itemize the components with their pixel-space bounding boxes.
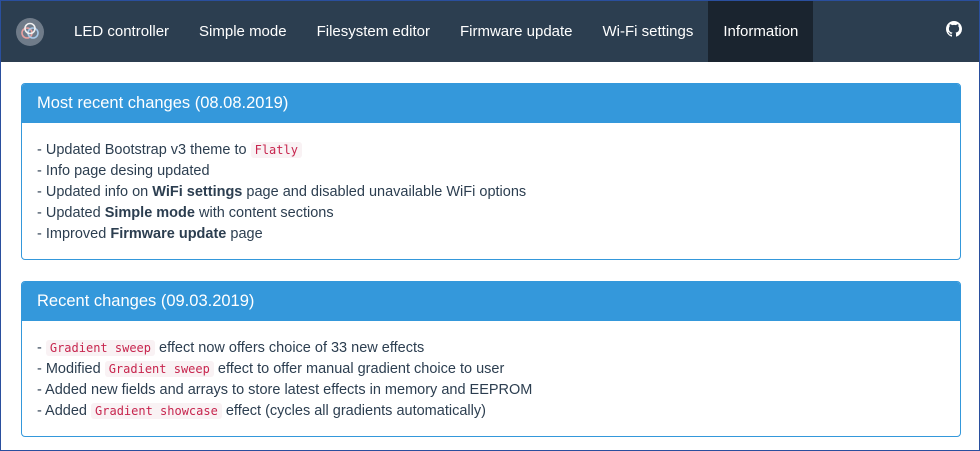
- change-item: - Updated Bootstrap v3 theme to Flatly: [37, 140, 945, 161]
- highlight-text: WiFi settings: [152, 184, 243, 200]
- highlight-text: Firmware update: [110, 226, 227, 242]
- changes-panel-older: Recent changes (09.03.2019) - Gradient s…: [21, 281, 961, 437]
- nav-item-firmware-update[interactable]: Firmware update: [445, 1, 588, 62]
- nav-item-information[interactable]: Information: [708, 1, 814, 62]
- github-link[interactable]: [929, 1, 979, 62]
- change-text: - Updated: [37, 205, 105, 221]
- change-text: with content sections: [194, 205, 334, 221]
- changes-panel-recent: Most recent changes (08.08.2019) - Updat…: [21, 83, 961, 260]
- change-text: - Added: [37, 403, 92, 419]
- app-logo-icon[interactable]: [16, 17, 44, 46]
- change-text: effect now offers choice of 33 new effec…: [155, 340, 425, 356]
- change-item: - Added Gradient showcase effect (cycles…: [37, 401, 945, 422]
- change-item: - Gradient sweep effect now offers choic…: [37, 338, 945, 359]
- change-text: - Added new fields and arrays to store l…: [37, 382, 533, 398]
- nav-item-simple-mode[interactable]: Simple mode: [184, 1, 302, 62]
- panel-body: - Updated Bootstrap v3 theme to Flatly -…: [22, 123, 960, 259]
- navbar: LED controller Simple mode Filesystem ed…: [1, 1, 979, 62]
- github-icon[interactable]: [946, 21, 962, 42]
- panel-title: Recent changes (09.03.2019): [22, 282, 960, 321]
- change-text: page: [226, 226, 263, 242]
- change-text: effect (cycles all gradients automatical…: [221, 403, 486, 419]
- change-text: - Improved: [37, 226, 111, 242]
- change-text: page and disabled unavailable WiFi optio…: [242, 184, 527, 200]
- highlight-text: Simple mode: [104, 205, 195, 221]
- code-snippet: Gradient sweep: [45, 340, 156, 356]
- change-item: - Added new fields and arrays to store l…: [37, 380, 945, 401]
- change-item: - Improved Firmware update page: [37, 224, 945, 245]
- change-item: - Updated info on WiFi settings page and…: [37, 182, 945, 203]
- change-text: - Updated Bootstrap v3 theme to: [37, 142, 251, 158]
- change-item: - Info page desing updated: [37, 161, 945, 182]
- main-content: Most recent changes (08.08.2019) - Updat…: [21, 83, 961, 451]
- change-text: -: [37, 340, 46, 356]
- panel-body: - Gradient sweep effect now offers choic…: [22, 321, 960, 436]
- change-text: - Info page desing updated: [37, 163, 210, 179]
- code-snippet: Flatly: [250, 142, 302, 158]
- nav-item-wifi-settings[interactable]: Wi-Fi settings: [588, 1, 709, 62]
- change-text: - Modified: [37, 361, 105, 377]
- change-item: - Modified Gradient sweep effect to offe…: [37, 359, 945, 380]
- nav-menu: LED controller Simple mode Filesystem ed…: [59, 1, 814, 62]
- brand[interactable]: [1, 1, 59, 62]
- nav-item-led-controller[interactable]: LED controller: [59, 1, 184, 62]
- nav-item-filesystem-editor[interactable]: Filesystem editor: [302, 1, 445, 62]
- change-item: - Updated Simple mode with content secti…: [37, 203, 945, 224]
- code-snippet: Gradient sweep: [104, 361, 214, 377]
- code-snippet: Gradient showcase: [91, 403, 222, 419]
- panel-title: Most recent changes (08.08.2019): [22, 84, 960, 123]
- change-text: - Updated info on: [37, 184, 153, 200]
- change-text: effect to offer manual gradient choice t…: [213, 361, 505, 377]
